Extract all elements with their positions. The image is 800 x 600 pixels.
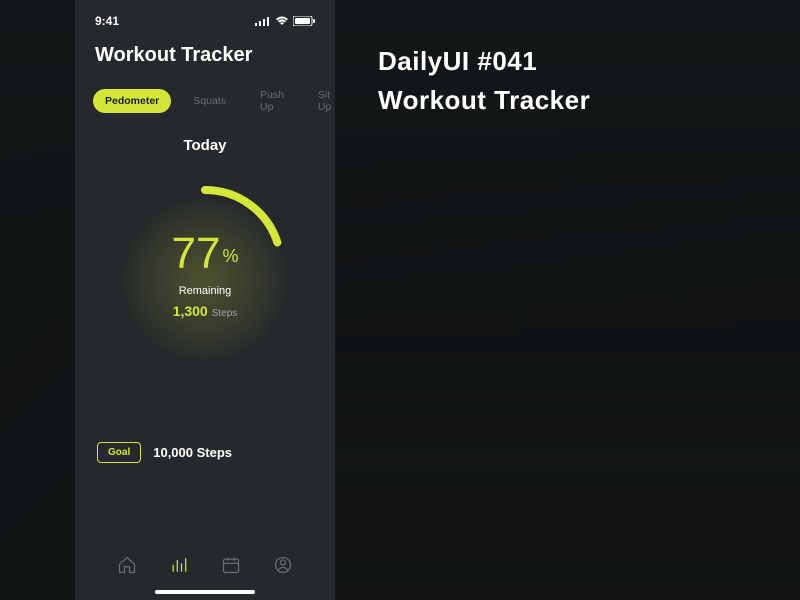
nav-calendar[interactable] xyxy=(220,554,242,576)
calendar-icon xyxy=(221,555,241,575)
period-label: Today xyxy=(75,137,335,154)
tab-pushup[interactable]: Push Up xyxy=(248,83,296,119)
tab-situp[interactable]: Sit Up xyxy=(306,83,343,119)
status-time: 9:41 xyxy=(95,14,119,28)
tab-squats[interactable]: Squats xyxy=(181,89,238,113)
progress-gauge: 77% Remaining 1,300 Steps xyxy=(105,166,305,366)
gauge-center: 77% Remaining 1,300 Steps xyxy=(105,229,305,321)
phone-mockup: 9:41 Workout Tracker Pedometer Squats Pu… xyxy=(75,0,335,600)
app-header: Workout Tracker xyxy=(75,34,335,83)
status-icons xyxy=(255,16,315,26)
battery-icon xyxy=(293,16,315,26)
bottom-navigation xyxy=(75,540,335,584)
remaining-unit: Steps xyxy=(212,308,238,319)
presentation-title: DailyUI #041 Workout Tracker xyxy=(378,42,590,120)
wifi-icon xyxy=(275,16,289,26)
title-line-2: Workout Tracker xyxy=(378,85,590,115)
tab-pedometer[interactable]: Pedometer xyxy=(93,89,171,113)
category-tabs: Pedometer Squats Push Up Sit Up xyxy=(75,83,335,137)
page-title: Workout Tracker xyxy=(95,44,315,67)
profile-icon xyxy=(273,555,293,575)
nav-home[interactable] xyxy=(116,554,138,576)
stats-icon xyxy=(169,555,189,575)
status-bar: 9:41 xyxy=(75,0,335,34)
remaining-number: 1,300 xyxy=(173,303,208,319)
signal-icon xyxy=(255,16,271,26)
goal-badge[interactable]: Goal xyxy=(97,442,141,463)
goal-row: Goal 10,000 Steps xyxy=(75,442,335,463)
percent-value: 77 xyxy=(172,229,221,279)
remaining-label: Remaining xyxy=(105,285,305,297)
nav-profile[interactable] xyxy=(272,554,294,576)
title-line-1: DailyUI #041 xyxy=(378,46,537,76)
remaining-row: 1,300 Steps xyxy=(105,303,305,321)
goal-value: 10,000 Steps xyxy=(153,445,232,460)
home-icon xyxy=(117,555,137,575)
nav-stats[interactable] xyxy=(168,554,190,576)
home-indicator[interactable] xyxy=(155,590,255,594)
percent-sign: % xyxy=(222,246,238,266)
